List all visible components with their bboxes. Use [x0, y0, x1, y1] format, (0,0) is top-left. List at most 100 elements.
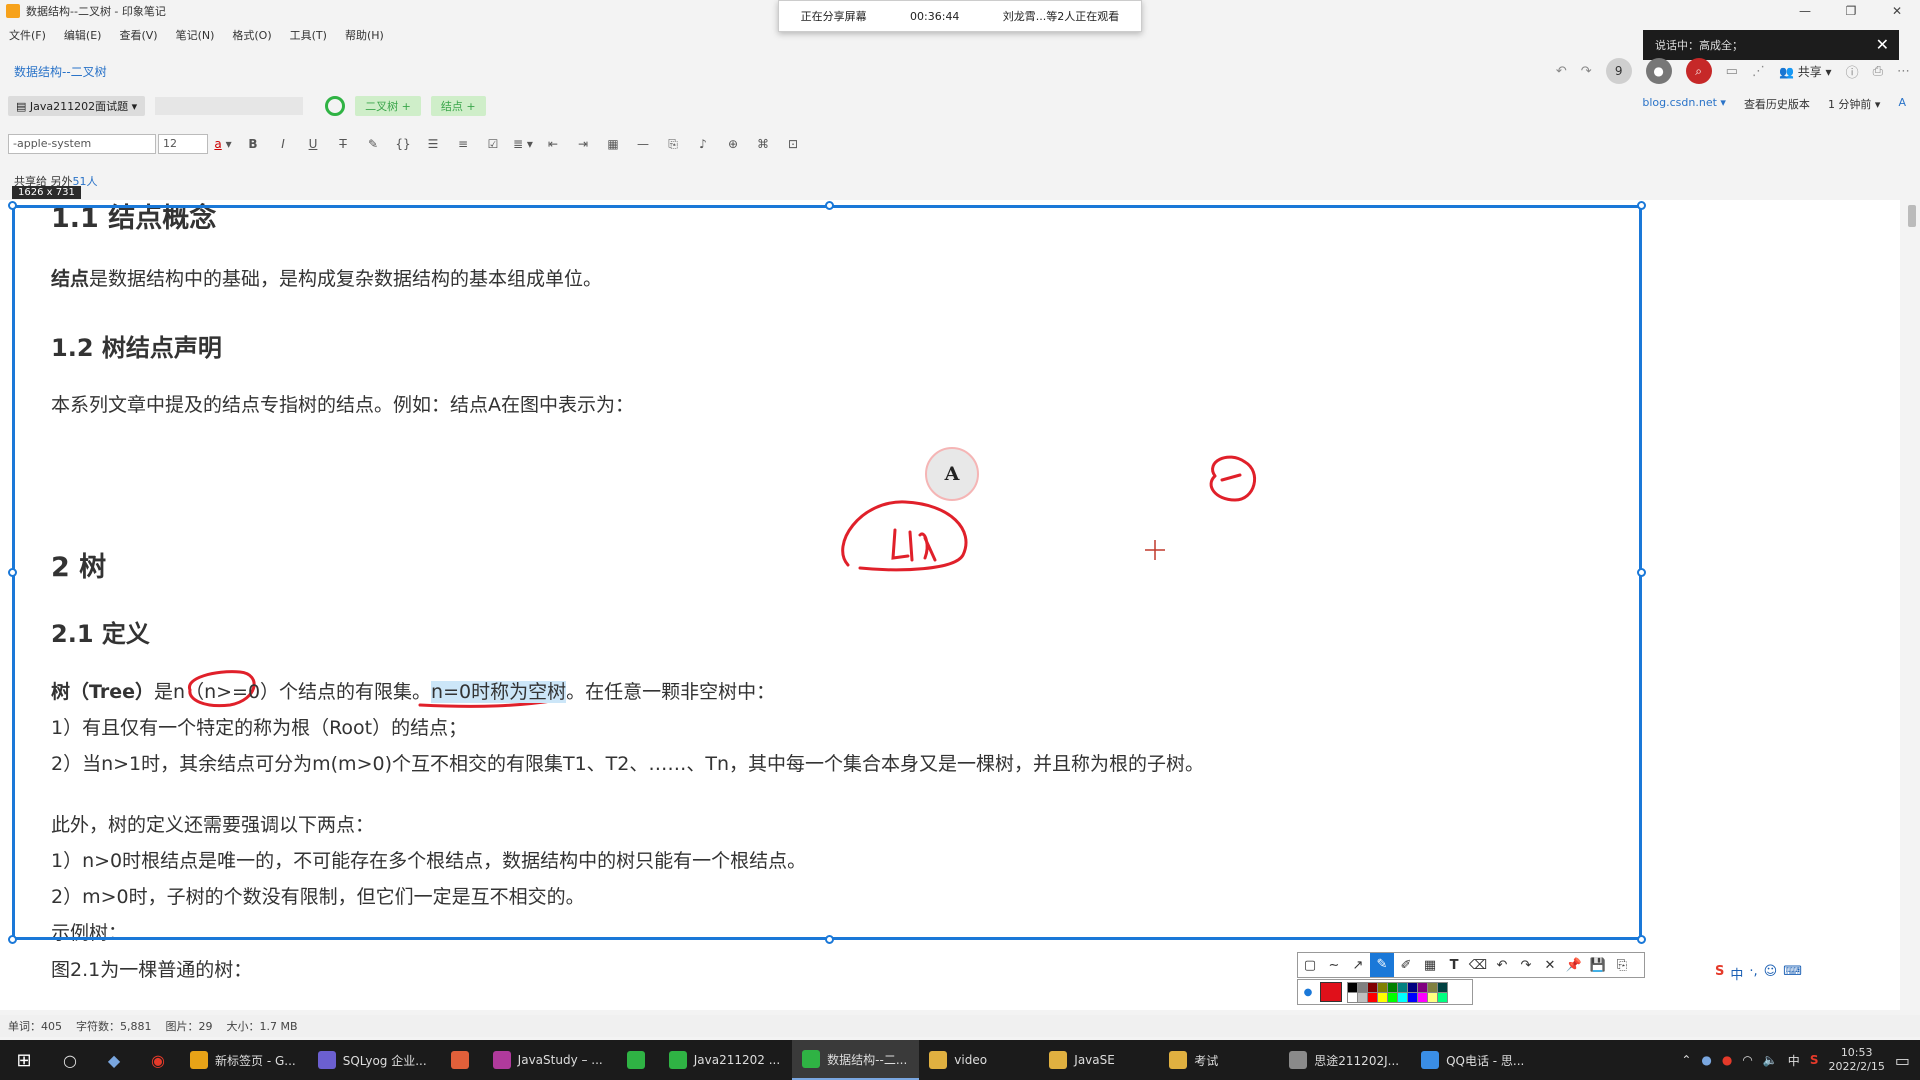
italic-icon[interactable]: I — [268, 137, 298, 151]
tag-chip-node[interactable]: 结点 + — [430, 96, 486, 116]
tray-expand-icon[interactable]: ⌃ — [1681, 1053, 1691, 1067]
avatar[interactable]: ● — [1645, 58, 1672, 84]
taskbar-app-button[interactable]: 数据结构--二... — [792, 1040, 920, 1080]
taskbar-app-button[interactable]: video — [919, 1040, 1039, 1080]
undo-icon[interactable]: ↶ — [1490, 958, 1514, 973]
menu-tools[interactable]: 工具(T) — [281, 26, 336, 46]
color-swatch[interactable] — [1407, 981, 1418, 993]
ime-punctuation[interactable]: ·, — [1749, 964, 1757, 983]
copy-icon[interactable]: ⎘ — [1610, 958, 1634, 973]
color-swatch[interactable] — [1427, 981, 1438, 993]
menu-format[interactable]: 格式(O) — [223, 26, 280, 46]
color-swatch[interactable] — [1357, 991, 1368, 1003]
checkbox-icon[interactable]: ☑ — [478, 137, 508, 151]
notifications-icon[interactable]: ▭ — [1895, 1051, 1910, 1070]
link-icon[interactable]: ⊕ — [718, 137, 748, 151]
brush-size-icon[interactable]: ● — [1302, 987, 1314, 998]
redo-icon[interactable]: ↷ — [1581, 64, 1592, 79]
mosaic-icon[interactable]: ▦ — [1418, 958, 1442, 973]
attachment-icon[interactable]: ⎘ — [658, 137, 688, 152]
highlight-icon[interactable]: ✎ — [358, 137, 388, 151]
more-icon[interactable]: ⋯ — [1897, 64, 1910, 79]
redo-icon[interactable]: ↷ — [1514, 958, 1538, 973]
menu-file[interactable]: 文件(F) — [0, 26, 55, 46]
reminder-icon[interactable] — [325, 96, 346, 116]
ime-indicator[interactable]: 中 — [1788, 1052, 1800, 1069]
color-swatch[interactable] — [1397, 991, 1408, 1003]
color-swatch[interactable] — [1437, 981, 1448, 993]
font-size-toggle[interactable]: A — [1898, 96, 1906, 112]
sogou-tray-icon[interactable]: S — [1810, 1053, 1819, 1067]
arrow-icon[interactable]: ↗ — [1346, 958, 1370, 973]
text-color-button[interactable]: a ▾ — [208, 137, 238, 151]
color-swatch[interactable] — [1417, 991, 1428, 1003]
taskbar-app-button[interactable]: 思途211202J... — [1279, 1040, 1411, 1080]
color-swatch[interactable] — [1437, 991, 1448, 1003]
history-link[interactable]: 查看历史版本 — [1744, 96, 1810, 112]
record-icon[interactable]: ♪ — [688, 137, 718, 151]
close-window-button[interactable]: ✕ — [1874, 0, 1920, 22]
lock-icon[interactable]: ⊡ — [778, 137, 808, 151]
taskbar-app-button[interactable] — [615, 1040, 659, 1080]
ime-emoji-icon[interactable]: ☺ — [1764, 964, 1778, 983]
shape-rect-icon[interactable]: ▢ — [1298, 958, 1322, 973]
share-network-icon[interactable]: ⋰ — [1752, 64, 1765, 79]
note-title-field[interactable] — [155, 97, 304, 115]
color-swatch[interactable] — [1407, 991, 1418, 1003]
color-swatch[interactable] — [1347, 981, 1358, 993]
vertical-scrollbar[interactable] — [1908, 205, 1916, 227]
taskbar-app-button[interactable]: QQ电话 - 思... — [1411, 1040, 1536, 1080]
taskbar-app-button[interactable] — [439, 1040, 483, 1080]
align-icon[interactable]: ≣ ▾ — [508, 137, 538, 151]
last-edited-select[interactable]: 1 分钟前 ▾ — [1828, 96, 1881, 112]
sogou-logo-icon[interactable]: S — [1715, 964, 1724, 983]
ime-mode-chinese[interactable]: 中 — [1730, 964, 1743, 983]
present-icon[interactable]: ▭ — [1726, 64, 1738, 79]
underline-icon[interactable]: U — [298, 137, 328, 151]
color-swatch[interactable] — [1377, 991, 1388, 1003]
cancel-icon[interactable]: ✕ — [1538, 958, 1562, 973]
taskbar-app-button[interactable]: SQLyog 企业... — [308, 1040, 439, 1080]
menu-view[interactable]: 查看(V) — [110, 26, 166, 46]
record-icon[interactable]: ◉ — [136, 1051, 180, 1070]
color-swatch[interactable] — [1427, 991, 1438, 1003]
tray-app-icon[interactable]: ● — [1722, 1053, 1732, 1067]
freehand-icon[interactable]: ∼ — [1322, 958, 1346, 973]
pen-icon[interactable]: ✎ — [1370, 953, 1394, 977]
tag-chip-binary-tree[interactable]: 二叉树 + — [355, 96, 421, 116]
ime-keyboard-icon[interactable]: ⌨ — [1783, 964, 1802, 983]
minimize-button[interactable]: — — [1782, 0, 1828, 22]
eraser-icon[interactable]: ⌫ — [1466, 958, 1490, 973]
close-icon[interactable]: ✕ — [1876, 35, 1889, 54]
bold-icon[interactable]: B — [238, 137, 268, 151]
color-swatch[interactable] — [1357, 981, 1368, 993]
taskbar-app-button[interactable]: 考试 — [1159, 1040, 1279, 1080]
code-icon[interactable]: {} — [388, 137, 418, 151]
outdent-icon[interactable]: ⇤ — [538, 137, 568, 151]
color-swatch[interactable] — [1367, 981, 1378, 993]
color-swatch[interactable] — [1387, 991, 1398, 1003]
color-swatch-grid[interactable] — [1347, 981, 1448, 1003]
divider-icon[interactable]: — — [628, 137, 658, 151]
current-color-swatch[interactable] — [1320, 982, 1342, 1002]
windows-start-icon[interactable]: ⊞ — [0, 1050, 48, 1071]
color-swatch[interactable] — [1377, 981, 1388, 993]
taskbar-app-button[interactable]: Java211202 ... — [659, 1040, 792, 1080]
color-swatch[interactable] — [1387, 981, 1398, 993]
bullet-list-icon[interactable]: ☰ — [418, 137, 448, 151]
menu-help[interactable]: 帮助(H) — [336, 26, 393, 46]
undo-icon[interactable]: ↶ — [1556, 64, 1567, 79]
menu-note[interactable]: 笔记(N) — [167, 26, 224, 46]
indent-icon[interactable]: ⇥ — [568, 137, 598, 151]
color-swatch[interactable] — [1397, 981, 1408, 993]
print-icon[interactable]: ⎙ — [1873, 64, 1883, 79]
font-size-select[interactable]: 12 — [158, 134, 208, 154]
highlighter-icon[interactable]: ✐ — [1394, 958, 1418, 973]
color-swatch[interactable] — [1367, 991, 1378, 1003]
notebook-select[interactable]: ▤ Java211202面试题 ▾ — [8, 96, 146, 116]
restore-button[interactable]: ❐ — [1828, 0, 1874, 22]
color-swatch[interactable] — [1347, 991, 1358, 1003]
tray-app-icon[interactable]: ● — [1701, 1053, 1711, 1067]
color-swatch[interactable] — [1417, 981, 1428, 993]
clock[interactable]: 10:53 2022/2/15 — [1828, 1046, 1884, 1074]
